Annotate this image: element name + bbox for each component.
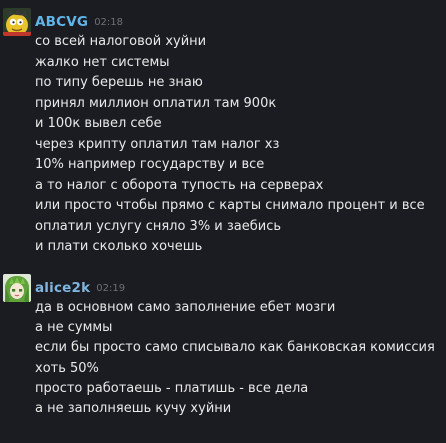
- username[interactable]: alice2k: [35, 280, 90, 296]
- message-line: хоть 50%: [35, 360, 99, 376]
- message-line: жалко нет системы: [35, 54, 170, 70]
- chat-log: ABCVG 02:18 со всей налоговой хуйни жалко…: [0, 0, 446, 443]
- username[interactable]: ABCVG: [35, 14, 88, 30]
- message-line: через крипту оплатил там налог хз: [35, 136, 280, 152]
- avatar-abcvg-icon[interactable]: [3, 8, 31, 36]
- message-line: а то налог с оборота тупость на серверах: [35, 177, 324, 193]
- message-line: 10% например государству и все: [35, 157, 265, 172]
- message-line: просто работаешь - платишь - все дела: [35, 380, 309, 396]
- message-header: alice2k 02:19: [35, 277, 126, 296]
- message-line: да в основном само заполнение ебет мозги: [35, 300, 336, 315]
- message-lines: да в основном само заполнение ебет мозги…: [35, 298, 435, 419]
- message-line: а не суммы: [35, 320, 113, 336]
- message-lines: со всей налоговой хуйни жалко нет систем…: [35, 32, 425, 258]
- message-line: или просто чтобы прямо с карты снимало п…: [35, 198, 425, 213]
- message-line: по типу берешь не знаю: [35, 75, 203, 90]
- message-line: принял миллион оплатил там 900к: [35, 95, 277, 111]
- message-line: а не заполняешь кучу хуйни: [35, 400, 232, 416]
- message-line: и плати сколько хочешь: [35, 239, 203, 254]
- message-line: если бы просто само списывало как банков…: [35, 340, 435, 356]
- timestamp: 02:18: [94, 17, 124, 28]
- timestamp: 02:19: [96, 283, 126, 294]
- message-header: ABCVG 02:18: [35, 11, 124, 30]
- message-line: и 100к вывел себе: [35, 116, 162, 131]
- message-line: со всей налоговой хуйни: [35, 34, 207, 49]
- avatar-alice2k-icon[interactable]: [3, 274, 31, 302]
- message-line: оплатил услугу сняло 3% и заебись: [35, 218, 282, 234]
